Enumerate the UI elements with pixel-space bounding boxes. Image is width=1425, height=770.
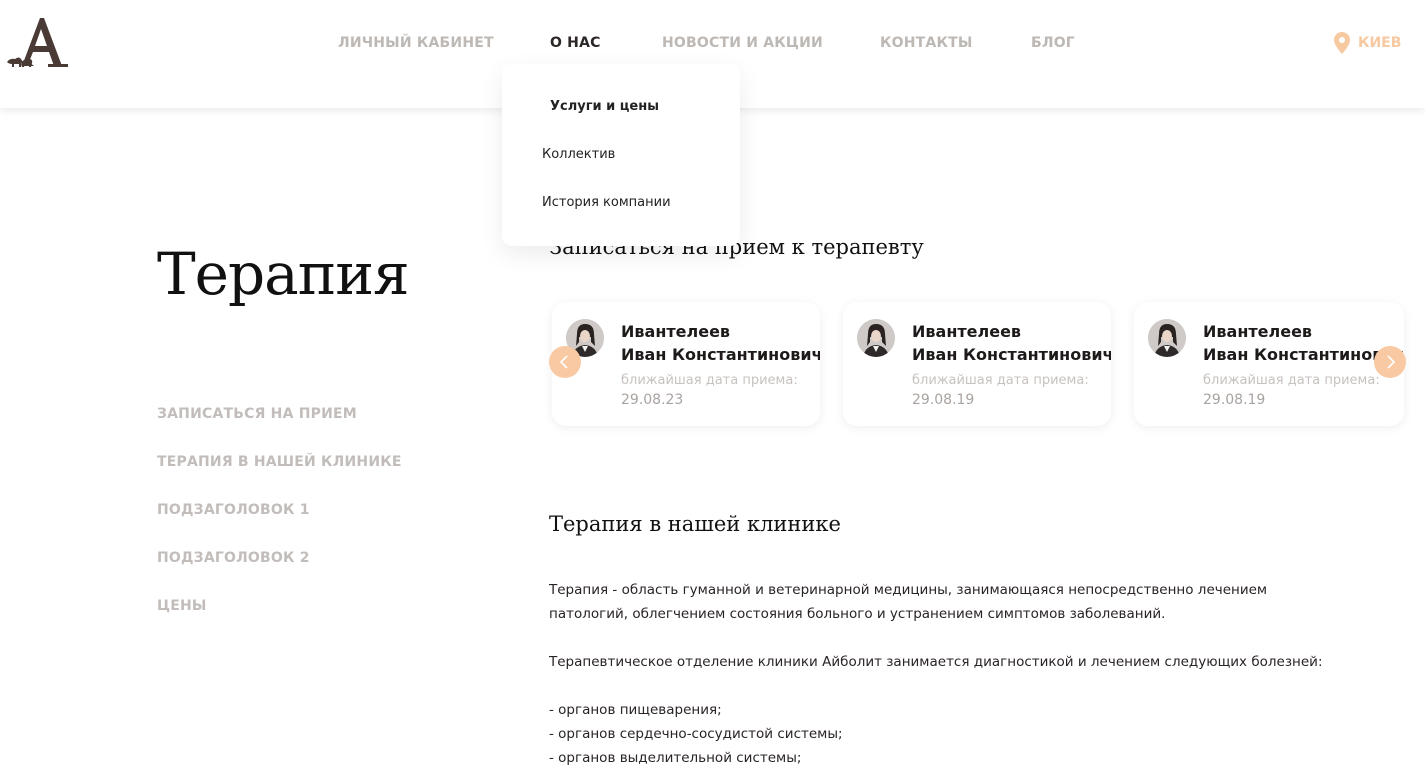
doctor-last-name: Ивантелеев xyxy=(912,322,1022,341)
article-heading: Терапия в нашей клинике xyxy=(549,512,841,536)
article-disease-list: - органов пищеварения; - органов сердечн… xyxy=(549,698,1249,770)
list-item: - органов сердечно-сосудистой системы; xyxy=(549,726,843,742)
list-item: - органов пищеварения; xyxy=(549,702,722,718)
dropdown-item-team[interactable]: Коллектив xyxy=(542,147,615,162)
doctor-card[interactable]: Ивантелеев Иван Константинович ближайшая… xyxy=(1134,302,1404,426)
next-date-value: 29.08.23 xyxy=(621,392,684,408)
chevron-right-icon xyxy=(1387,355,1396,369)
side-nav-book-appointment[interactable]: ЗАПИСАТЬСЯ НА ПРИЕМ xyxy=(157,406,357,422)
article-intro-line: патологий, облегчением состояния больног… xyxy=(549,606,1166,622)
city-selector[interactable]: КИЕВ xyxy=(1334,31,1401,55)
next-date-label: ближайшая дата приема: xyxy=(621,373,798,388)
nav-personal-account[interactable]: ЛИЧНЫЙ КАБИНЕТ xyxy=(338,35,494,51)
carousel-next-button[interactable] xyxy=(1374,346,1406,378)
doctor-last-name: Ивантелеев xyxy=(1203,322,1313,341)
side-nav-subheading-2[interactable]: ПОДЗАГОЛОВОК 2 xyxy=(157,550,310,566)
doctor-photo-icon xyxy=(1148,319,1186,357)
map-pin-icon xyxy=(1334,32,1350,54)
page-title: Терапия xyxy=(157,240,410,308)
doctor-photo-icon xyxy=(857,319,895,357)
next-date-label: ближайшая дата приема: xyxy=(912,373,1089,388)
doctor-name: Ивантелеев Иван Константинович xyxy=(621,320,820,366)
logo-mark-icon xyxy=(7,18,68,67)
side-nav-therapy-in-clinic[interactable]: ТЕРАПИЯ В НАШЕЙ КЛИНИКЕ xyxy=(157,454,402,470)
nav-news-promotions[interactable]: НОВОСТИ И АКЦИИ xyxy=(662,35,823,51)
article-department-text: Терапевтическое отделение клиники Айболи… xyxy=(549,650,1323,674)
city-label: КИЕВ xyxy=(1358,35,1402,51)
doctor-name: Ивантелеев Иван Константинович xyxy=(912,320,1111,366)
article-department-line: Терапевтическое отделение клиники Айболи… xyxy=(549,654,1323,670)
doctor-first-name: Иван Константинович xyxy=(621,345,820,364)
carousel-prev-button[interactable] xyxy=(549,346,581,378)
nav-contacts[interactable]: КОНТАКТЫ xyxy=(880,35,973,51)
list-item: - органов выделительной системы; xyxy=(549,750,802,766)
chevron-left-icon xyxy=(559,355,568,369)
doctor-avatar xyxy=(857,319,895,357)
dropdown-item-services-prices[interactable]: Услуги и цены xyxy=(550,99,659,114)
article-intro: Терапия - область гуманной и ветеринарно… xyxy=(549,578,1268,626)
nav-blog[interactable]: БЛОГ xyxy=(1031,35,1075,51)
about-us-dropdown: Услуги и цены Коллектив История компании xyxy=(502,64,740,246)
nav-about-us[interactable]: О НАС xyxy=(550,35,601,51)
side-nav-subheading-1[interactable]: ПОДЗАГОЛОВОК 1 xyxy=(157,502,310,518)
doctor-first-name: Иван Константинович xyxy=(912,345,1111,364)
dropdown-item-company-history[interactable]: История компании xyxy=(542,195,671,210)
next-date-value: 29.08.19 xyxy=(1203,392,1266,408)
logo[interactable]: A xyxy=(4,12,74,72)
next-date-label: ближайшая дата приема: xyxy=(1203,373,1380,388)
doctor-avatar xyxy=(1148,319,1186,357)
doctor-card[interactable]: Ивантелеев Иван Константинович ближайшая… xyxy=(843,302,1111,426)
article-intro-line: Терапия - область гуманной и ветеринарно… xyxy=(549,582,1268,598)
doctor-card[interactable]: Ивантелеев Иван Константинович ближайшая… xyxy=(552,302,820,426)
next-date-value: 29.08.19 xyxy=(912,392,975,408)
side-nav-prices[interactable]: ЦЕНЫ xyxy=(157,598,207,614)
doctor-last-name: Ивантелеев xyxy=(621,322,731,341)
